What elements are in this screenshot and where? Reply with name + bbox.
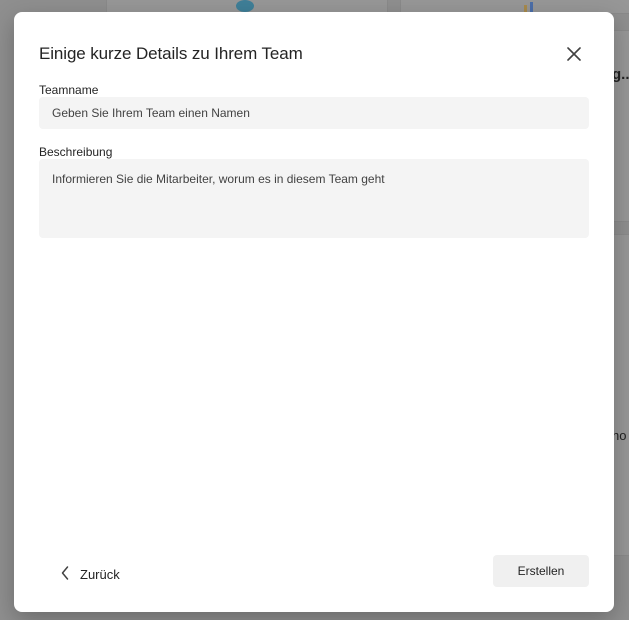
background-chart-icon-bar bbox=[524, 5, 527, 12]
close-button[interactable] bbox=[559, 40, 589, 68]
back-button-label: Zurück bbox=[80, 567, 120, 582]
team-name-input[interactable]: Geben Sie Ihrem Team einen Namen bbox=[39, 97, 589, 129]
create-team-dialog: Einige kurze Details zu Ihrem Team Teamn… bbox=[14, 12, 614, 612]
background-avatar-icon bbox=[236, 0, 254, 12]
background-partial-text-mid: ho bbox=[612, 428, 627, 443]
background-chart-icon bbox=[530, 2, 533, 12]
chevron-left-icon bbox=[61, 566, 69, 580]
description-label: Beschreibung bbox=[39, 145, 113, 159]
background-partial-text-top: g... bbox=[612, 66, 629, 83]
dialog-title: Einige kurze Details zu Ihrem Team bbox=[39, 44, 303, 63]
back-button[interactable]: Zurück bbox=[60, 561, 120, 585]
background-card-right-lower bbox=[612, 234, 629, 556]
close-icon bbox=[567, 47, 581, 61]
create-button[interactable]: Erstellen bbox=[493, 555, 589, 587]
create-button-label: Erstellen bbox=[517, 564, 565, 578]
description-textarea[interactable]: Informieren Sie die Mitarbeiter, worum e… bbox=[39, 159, 589, 238]
team-name-label: Teamname bbox=[39, 83, 99, 97]
background-card-right-tall bbox=[612, 30, 629, 222]
